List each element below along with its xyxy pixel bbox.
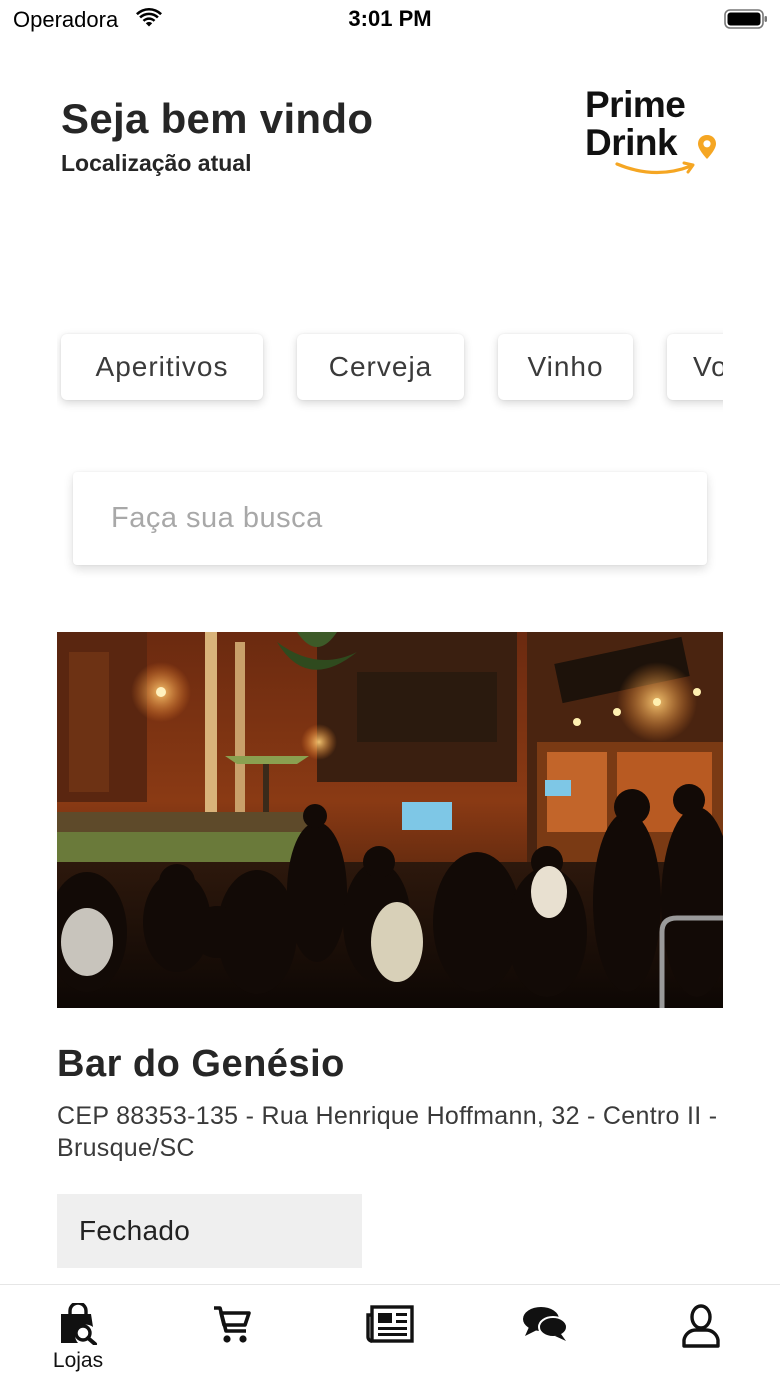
bottom-tab-bar: Lojas (0, 1284, 780, 1387)
tab-cart[interactable] (172, 1285, 292, 1387)
category-aperitivos[interactable]: Aperitivos (61, 334, 263, 400)
cart-icon (214, 1306, 251, 1343)
current-location-link[interactable]: Localização atual (61, 150, 251, 177)
greeting-title: Seja bem vindo (61, 95, 374, 142)
store-address: CEP 88353-135 - Rua Henrique Hoffmann, 3… (57, 1102, 718, 1162)
category-carousel[interactable]: Aperitivos Cerveja Vinho Vo (57, 326, 723, 416)
store-bag-icon (61, 1303, 97, 1345)
store-status-badge: Fechado (57, 1194, 362, 1268)
newspaper-icon (366, 1305, 414, 1343)
chat-icon (523, 1307, 568, 1341)
store-photo[interactable] (57, 632, 723, 1008)
category-vinho[interactable]: Vinho (498, 334, 633, 400)
category-cerveja[interactable]: Cerveja (297, 334, 464, 400)
tab-lojas[interactable]: Lojas (18, 1285, 138, 1387)
battery-icon (724, 9, 767, 29)
store-name[interactable]: Bar do Genésio (57, 1043, 345, 1086)
logo-smile-arrow-icon (615, 161, 695, 175)
tab-label-lojas: Lojas (52, 1349, 104, 1372)
tab-news[interactable] (330, 1285, 450, 1387)
category-vodka-partial[interactable]: Vo (667, 334, 723, 400)
logo-text-prime: Prime (585, 84, 686, 125)
search-input[interactable] (73, 472, 707, 565)
tab-chat[interactable] (485, 1285, 605, 1387)
logo-text-drink: Drink (585, 122, 678, 163)
tab-profile[interactable] (641, 1285, 761, 1387)
app-screen: Operadora 3:01 PM Seja bem vindo Localiz… (0, 0, 780, 1387)
location-pin-icon (698, 135, 716, 159)
bar-photo (57, 632, 723, 1008)
prime-drink-logo: Prime Drink (585, 86, 725, 182)
user-icon (682, 1304, 720, 1348)
status-bar: Operadora 3:01 PM (0, 0, 780, 40)
status-time: 3:01 PM (348, 6, 432, 31)
